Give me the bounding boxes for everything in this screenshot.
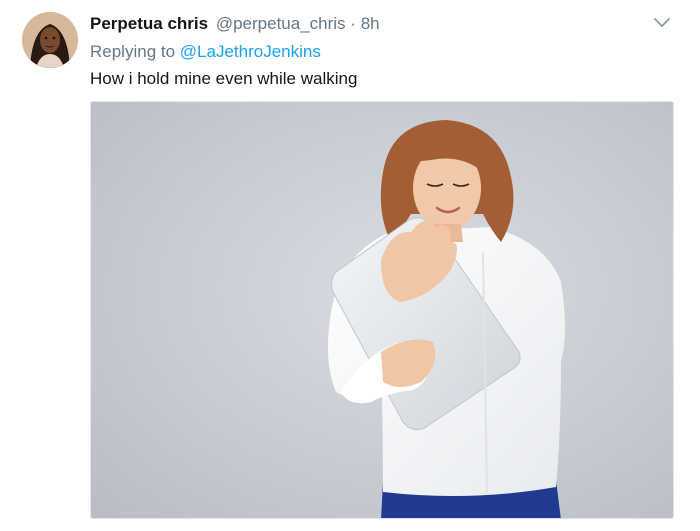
tweet-text: How i hold mine even while walking [90,69,358,88]
separator-dot: · [350,14,356,33]
user-handle[interactable]: @perpetua_chris [216,14,346,33]
avatar-image [22,12,78,68]
reply-to-link[interactable]: @LaJethroJenkins [180,42,321,61]
replying-to: Replying to @LaJethroJenkins [90,42,321,62]
timestamp[interactable]: 8h [361,14,380,33]
tweet[interactable]: Perpetua chris @perpetua_chris · 8h Repl… [0,0,700,531]
tweet-photo[interactable] [90,101,674,519]
tweet-header: Perpetua chris @perpetua_chris · 8h [90,14,380,34]
avatar[interactable] [22,12,78,68]
replying-to-label: Replying to [90,42,176,61]
photo-woman-hugging-laptop-icon [91,102,673,518]
display-name[interactable]: Perpetua chris [90,14,208,33]
chevron-down-icon[interactable] [652,15,672,31]
